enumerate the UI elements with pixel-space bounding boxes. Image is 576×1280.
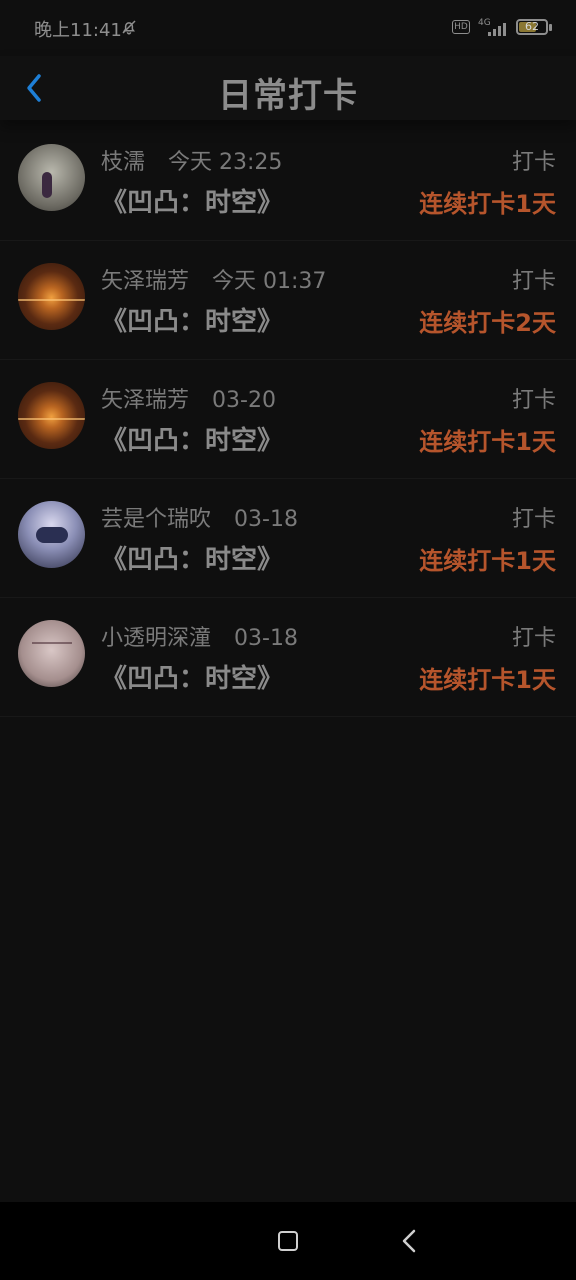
checkin-streak: 连续打卡1天 [419, 428, 556, 456]
checkin-row[interactable]: 小透明深潼 03-18 《凹凸：时空》 打卡 连续打卡1天 [0, 598, 576, 717]
user-avatar[interactable] [18, 501, 85, 568]
checkin-row[interactable]: 矢泽瑞芳 今天 01:37 《凹凸：时空》 打卡 连续打卡2天 [0, 241, 576, 360]
user-name[interactable]: 芸是个瑞吹 [101, 507, 211, 532]
checkin-action: 打卡 [511, 269, 556, 294]
battery-level: 62 [525, 20, 539, 33]
checkin-action: 打卡 [511, 507, 556, 532]
checkin-streak: 连续打卡2天 [419, 309, 556, 337]
checkin-time: 03-20 [212, 388, 276, 413]
user-name[interactable]: 小透明深潼 [101, 626, 211, 651]
hd-icon: HD [452, 20, 470, 34]
row-meta: 枝濡 今天 23:25 [101, 144, 282, 176]
status-icons: HD 4G 62 [452, 16, 552, 38]
battery-icon: 62 [516, 19, 552, 35]
checkin-time: 03-18 [234, 507, 298, 532]
home-square-icon[interactable] [278, 1231, 298, 1251]
checkin-time: 今天 23:25 [168, 150, 283, 175]
app-bar: 日常打卡 [0, 56, 576, 120]
checkin-time: 03-18 [234, 626, 298, 651]
user-name[interactable]: 矢泽瑞芳 [101, 269, 189, 294]
checkin-row[interactable]: 芸是个瑞吹 03-18 《凹凸：时空》 打卡 连续打卡1天 [0, 479, 576, 598]
row-meta: 芸是个瑞吹 03-18 [101, 501, 298, 533]
checkin-action: 打卡 [511, 626, 556, 651]
system-back-icon[interactable] [398, 1228, 420, 1254]
user-name[interactable]: 枝濡 [101, 150, 145, 175]
book-title[interactable]: 《凹凸：时空》 [101, 539, 283, 576]
row-meta: 小透明深潼 03-18 [101, 620, 298, 652]
user-avatar[interactable] [18, 382, 85, 449]
status-bar: 晚上11:41 HD 4G 62 [0, 0, 576, 56]
book-title[interactable]: 《凹凸：时空》 [101, 301, 283, 338]
checkin-streak: 连续打卡1天 [419, 190, 556, 218]
page-title: 日常打卡 [218, 76, 358, 116]
user-avatar[interactable] [18, 144, 85, 211]
checkin-time: 今天 01:37 [212, 269, 327, 294]
user-avatar[interactable] [18, 620, 85, 687]
signal-icon: 4G [478, 18, 508, 36]
checkin-streak: 连续打卡1天 [419, 666, 556, 694]
checkin-row[interactable]: 枝濡 今天 23:25 《凹凸：时空》 打卡 连续打卡1天 [0, 122, 576, 241]
user-name[interactable]: 矢泽瑞芳 [101, 388, 189, 413]
checkin-row[interactable]: 矢泽瑞芳 03-20 《凹凸：时空》 打卡 连续打卡1天 [0, 360, 576, 479]
system-navigation-bar [0, 1202, 576, 1280]
checkin-list: 枝濡 今天 23:25 《凹凸：时空》 打卡 连续打卡1天 矢泽瑞芳 今天 01… [0, 122, 576, 717]
row-meta: 矢泽瑞芳 今天 01:37 [101, 263, 326, 295]
checkin-action: 打卡 [511, 150, 556, 175]
status-time: 晚上11:41 [34, 20, 122, 41]
user-avatar[interactable] [18, 263, 85, 330]
row-meta: 矢泽瑞芳 03-20 [101, 382, 276, 414]
checkin-streak: 连续打卡1天 [419, 547, 556, 575]
checkin-action: 打卡 [511, 388, 556, 413]
silent-bell-icon [122, 20, 136, 35]
signal-bars-icon [488, 23, 506, 36]
battery-tip [549, 24, 552, 31]
book-title[interactable]: 《凹凸：时空》 [101, 658, 283, 695]
book-title[interactable]: 《凹凸：时空》 [101, 420, 283, 457]
book-title[interactable]: 《凹凸：时空》 [101, 182, 283, 219]
